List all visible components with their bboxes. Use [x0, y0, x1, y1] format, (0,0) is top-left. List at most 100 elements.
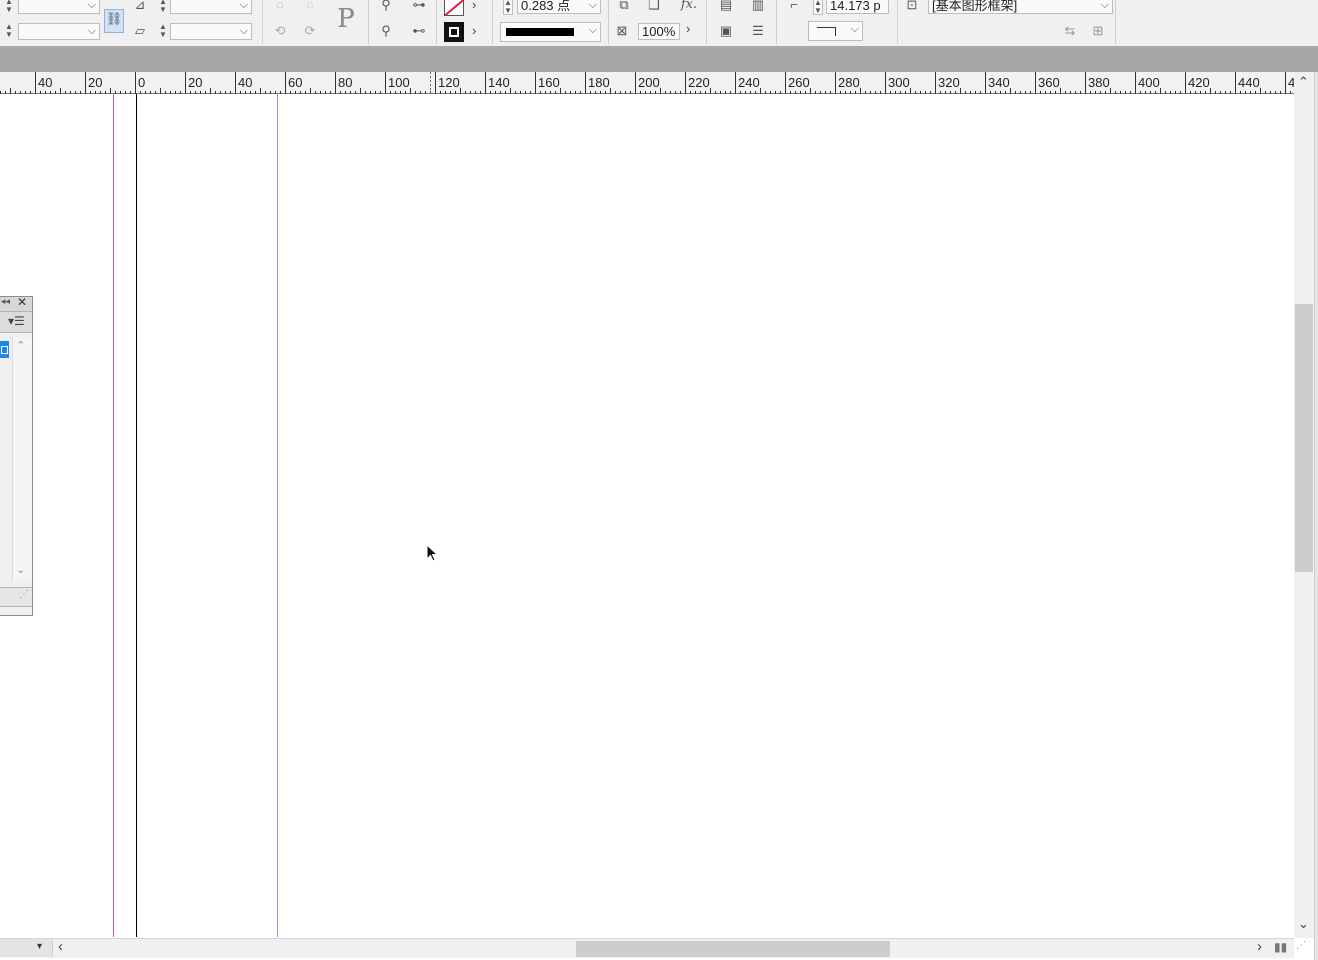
panel-header: ▾☰: [0, 312, 32, 333]
rotate-cw-icon[interactable]: ◌: [270, 0, 290, 14]
panel-footer: ⋰: [0, 587, 32, 607]
ruler-label: 20: [88, 75, 102, 90]
fill-chevron-icon[interactable]: ›: [472, 0, 476, 12]
stroke-type-select[interactable]: [500, 22, 601, 42]
ruler-label: 420: [1188, 75, 1210, 90]
ruler-label: 280: [838, 75, 860, 90]
corner-type-select[interactable]: [808, 21, 863, 41]
opacity-field[interactable]: 100%: [638, 23, 680, 40]
ruler-label: 260: [788, 75, 810, 90]
control-panel: ▲▼ ▲▼ ⛓ ⊿ ▲▼ ▱ ▲▼ ◌ ◌ ⟲ ⟳ P ⚲ ⊶ ⚲ ⊷ › › …: [0, 0, 1318, 47]
rotate-angle-field[interactable]: [170, 0, 252, 14]
ruler-label: 300: [888, 75, 910, 90]
opacity-icon[interactable]: ⊠: [612, 22, 632, 40]
stroke-chevron-icon[interactable]: ›: [472, 23, 476, 38]
window-resize-grip-icon[interactable]: ⋰: [1296, 940, 1312, 958]
paragraph-flip-icon[interactable]: P: [330, 2, 362, 36]
ruler-label: 440: [1238, 75, 1260, 90]
horizontal-scrollbar[interactable]: ▾ ‹ › ▮▮: [0, 938, 1294, 958]
ruler-label: 40: [238, 75, 252, 90]
corner-size-stepper[interactable]: ▲ ▼: [813, 0, 823, 15]
flip-vertical-icon[interactable]: ⟳: [300, 22, 320, 40]
right-panel-edge: [1314, 72, 1318, 960]
mouse-cursor-icon: [426, 544, 439, 562]
ruler-label: 240: [738, 75, 760, 90]
constrain-proportions-icon[interactable]: ⛓: [104, 9, 124, 33]
shear-icon[interactable]: ▱: [130, 22, 150, 40]
stroke-weight-stepper[interactable]: ▲ ▼: [503, 0, 513, 15]
rotate-ccw-icon[interactable]: ◌: [300, 0, 320, 14]
ruler-label: 340: [988, 75, 1010, 90]
ruler-label: 320: [938, 75, 960, 90]
clear-nondefined-icon[interactable]: ⊞: [1088, 22, 1108, 40]
opacity-chevron-icon[interactable]: ›: [686, 21, 690, 36]
flip-horizontal-icon[interactable]: ⟲: [270, 22, 290, 40]
floating-panel: ◂◂ ✕ ▾☰ ⌃ ⌄ ⋰: [0, 295, 33, 616]
close-icon[interactable]: ✕: [17, 295, 27, 309]
split-layout-icon[interactable]: ▮▮: [1274, 940, 1287, 954]
scroll-up-icon[interactable]: ⌃: [16, 339, 25, 352]
ruler-label: 0: [138, 75, 145, 90]
ruler-label: 120: [438, 75, 460, 90]
bleed-guide: [113, 94, 114, 937]
select-next-icon[interactable]: ⊷: [406, 22, 432, 40]
ruler-label: 100: [388, 75, 410, 90]
ruler-label: 180: [588, 75, 610, 90]
width-stepper[interactable]: ▲ ▼: [4, 0, 14, 15]
clear-overrides-icon[interactable]: ⇆: [1060, 22, 1080, 40]
ruler-ticks: 40 20 0 20 40 60 80 100 120 140 160 180 200 220 240 260…: [0, 72, 1295, 94]
selected-list-item[interactable]: [0, 341, 9, 358]
effects-icon[interactable]: fx.: [676, 0, 702, 14]
ruler-label: 400: [1138, 75, 1160, 90]
drop-shadow-icon[interactable]: ❏: [644, 0, 664, 14]
ruler-label: 20: [188, 75, 202, 90]
resize-grip-icon[interactable]: ⋰: [19, 589, 29, 600]
text-wrap-shape-icon[interactable]: ▣: [716, 22, 736, 40]
page-dropdown-icon[interactable]: ▾: [37, 941, 42, 952]
select-content-icon[interactable]: ⚲: [376, 22, 396, 40]
ruler-label: 160: [538, 75, 560, 90]
text-wrap-bounding-icon[interactable]: ▥: [748, 0, 768, 14]
vertical-scroll-thumb[interactable]: [1295, 304, 1313, 572]
text-wrap-none-icon[interactable]: ▤: [716, 0, 736, 14]
ruler-label: 360: [1038, 75, 1060, 90]
select-previous-icon[interactable]: ⊶: [406, 0, 432, 14]
height-field[interactable]: [18, 23, 100, 40]
horizontal-ruler[interactable]: 40 20 0 20 40 60 80 100 120 140 160 180 200 220 240 260…: [0, 72, 1297, 94]
page-edge: [136, 94, 137, 937]
ruler-label: 80: [338, 75, 352, 90]
stroke-weight-field[interactable]: 0.283 点: [517, 0, 601, 14]
object-style-icon[interactable]: ⊡: [902, 0, 922, 14]
shear-angle-field[interactable]: [170, 23, 252, 40]
scroll-down-arrow-icon[interactable]: ⌄: [1298, 916, 1309, 932]
width-field[interactable]: [18, 0, 100, 14]
document-canvas[interactable]: [0, 94, 1294, 937]
object-style-select[interactable]: [基本图形框架]: [928, 0, 1113, 14]
vertical-scrollbar[interactable]: ⌃ ⌄: [1294, 72, 1314, 938]
ruler-label: 220: [688, 75, 710, 90]
stroke-icon[interactable]: [444, 22, 464, 42]
text-frame-options-icon[interactable]: ⧉: [614, 0, 634, 14]
panel-menu-icon[interactable]: ▾☰: [8, 314, 25, 328]
ruler-label: 40: [38, 75, 52, 90]
corner-shape-icon[interactable]: ⌐: [784, 0, 804, 14]
scroll-up-arrow-icon[interactable]: ⌃: [1298, 74, 1309, 90]
select-container-icon[interactable]: ⚲: [376, 0, 396, 14]
page-navigation[interactable]: ▾: [0, 939, 53, 957]
text-wrap-jump-icon[interactable]: ☰: [748, 22, 768, 40]
collapse-icon[interactable]: ◂◂: [1, 296, 10, 307]
height-stepper[interactable]: ▲ ▼: [4, 23, 14, 40]
scroll-left-arrow-icon[interactable]: ‹: [58, 938, 63, 955]
corner-size-field[interactable]: 14.173 p: [826, 0, 889, 14]
shear-stepper[interactable]: ▲ ▼: [158, 23, 168, 40]
scroll-down-icon[interactable]: ⌄: [16, 563, 25, 576]
scroll-right-arrow-icon[interactable]: ›: [1257, 938, 1262, 955]
panel-scrollbar[interactable]: ⌃ ⌄: [12, 337, 32, 581]
fill-icon[interactable]: [444, 0, 464, 16]
ruler-label: 60: [288, 75, 302, 90]
rotate-stepper[interactable]: ▲ ▼: [158, 0, 168, 15]
horizontal-scroll-thumb[interactable]: [576, 941, 890, 957]
document-tab-strip: [0, 46, 1318, 72]
panel-titlebar[interactable]: ◂◂ ✕: [0, 295, 32, 312]
rotate-icon[interactable]: ⊿: [130, 0, 150, 14]
